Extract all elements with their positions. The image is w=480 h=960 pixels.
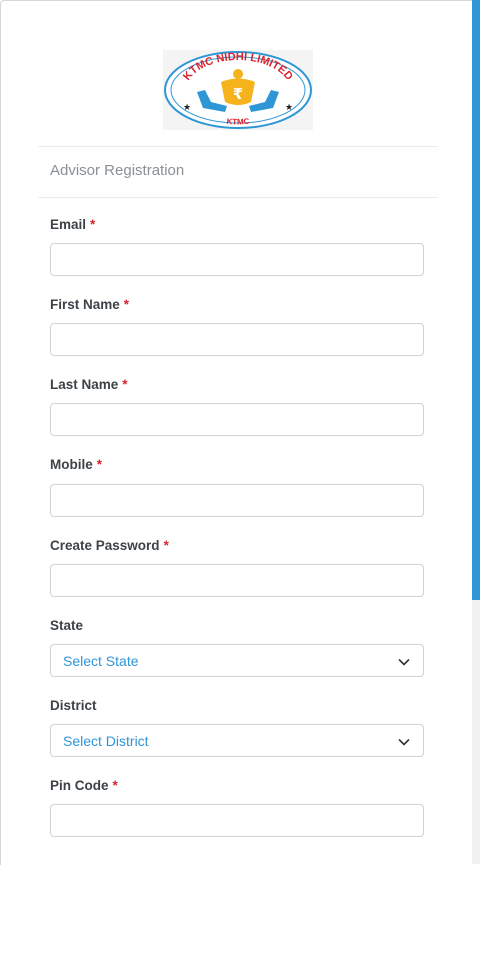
star-icon: ★ bbox=[285, 103, 293, 113]
district-label: District bbox=[50, 698, 97, 713]
email-label: Email * bbox=[50, 217, 96, 232]
header-divider-bottom bbox=[38, 197, 438, 198]
logo-sub-text: KTMC bbox=[226, 117, 250, 127]
header-divider-top bbox=[38, 146, 438, 147]
district-select[interactable]: Select District bbox=[50, 724, 424, 757]
rupee-icon: ₹ bbox=[233, 85, 243, 103]
state-select[interactable]: Select State bbox=[50, 644, 424, 677]
required-marker: * bbox=[163, 538, 169, 553]
required-marker: * bbox=[123, 297, 130, 312]
password-field[interactable] bbox=[50, 564, 424, 597]
mobile-label: Mobile * bbox=[50, 457, 103, 472]
company-logo: KTMC NIDHI LIMITED KTMC ₹ ★ ★ bbox=[163, 50, 313, 130]
state-label: State bbox=[50, 618, 84, 633]
pin-code-field[interactable] bbox=[50, 804, 424, 837]
required-marker: * bbox=[96, 457, 103, 472]
svg-text:KTMC: KTMC bbox=[226, 117, 250, 127]
last-name-label: Last Name * bbox=[50, 377, 128, 392]
chevron-down-icon bbox=[398, 658, 410, 666]
last-name-field[interactable] bbox=[50, 403, 424, 436]
first-name-label: First Name * bbox=[50, 297, 130, 312]
required-marker: * bbox=[112, 778, 118, 793]
district-select-value: Select District bbox=[63, 733, 149, 749]
scrollbar-thumb[interactable] bbox=[472, 0, 480, 600]
mobile-field[interactable] bbox=[50, 484, 424, 517]
first-name-field[interactable] bbox=[50, 323, 424, 356]
email-field[interactable] bbox=[50, 243, 424, 276]
pin-code-label: Pin Code * bbox=[50, 778, 118, 793]
registration-card: KTMC NIDHI LIMITED KTMC ₹ ★ ★ Advisor Re… bbox=[0, 0, 473, 865]
password-label: Create Password * bbox=[50, 538, 169, 553]
state-select-value: Select State bbox=[63, 653, 139, 669]
star-icon: ★ bbox=[183, 103, 191, 113]
page-title: Advisor Registration bbox=[50, 162, 185, 179]
required-marker: * bbox=[90, 217, 96, 232]
chevron-down-icon bbox=[398, 738, 410, 746]
required-marker: * bbox=[122, 377, 128, 392]
